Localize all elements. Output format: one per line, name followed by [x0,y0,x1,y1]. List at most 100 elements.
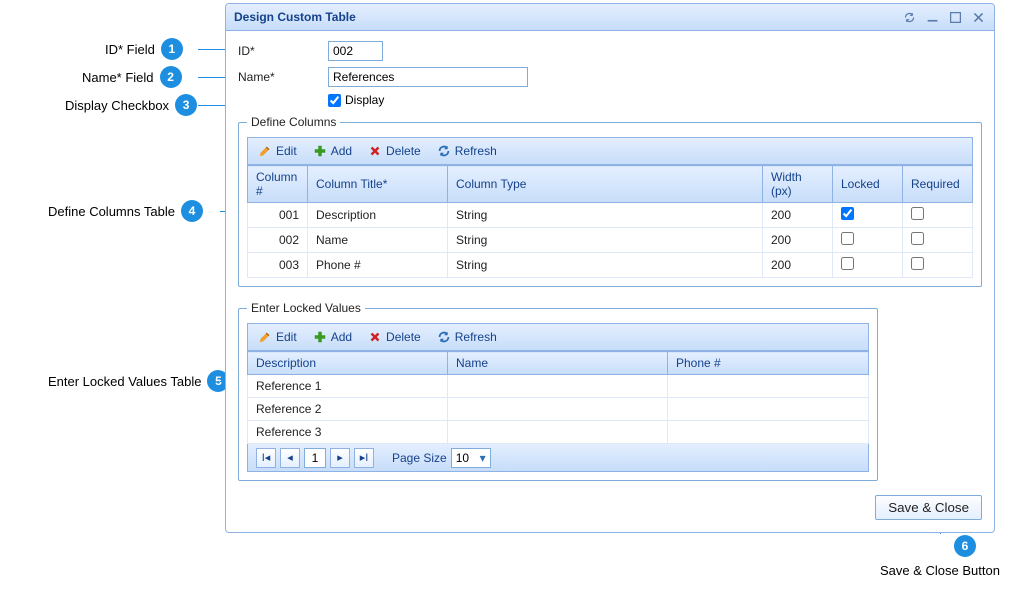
delete-x-icon [368,144,382,158]
callout-badge-3: 3 [175,94,197,116]
table-row[interactable]: Reference 1 [248,375,869,398]
save-close-button[interactable]: Save & Close [875,495,982,520]
table-row[interactable]: 003Phone #String200 [248,253,973,278]
cell-locked[interactable] [833,253,903,278]
callout-label: Name* Field [82,70,154,85]
cell-locked[interactable] [833,228,903,253]
minimize-icon[interactable] [925,10,940,25]
locked-checkbox[interactable] [841,232,854,245]
cell-type: String [448,203,763,228]
required-checkbox[interactable] [911,257,924,270]
required-checkbox[interactable] [911,207,924,220]
cell-name [448,421,668,444]
locked-values-legend: Enter Locked Values [247,301,365,315]
plus-icon [313,144,327,158]
pagesize-select[interactable]: 10 ▾ [451,448,491,468]
lv-header-description[interactable]: Description [248,352,448,375]
cell-description: Reference 3 [248,421,448,444]
delete-button[interactable]: Delete [368,330,421,344]
col-header-type[interactable]: Column Type [448,166,763,203]
pager-prev-button[interactable]: ◂ [280,448,300,468]
locked-checkbox[interactable] [841,207,854,220]
display-label: Display [345,93,384,107]
cell-width: 200 [763,253,833,278]
add-button[interactable]: Add [313,330,352,344]
close-icon[interactable] [971,10,986,25]
edit-button[interactable]: Edit [258,330,297,344]
delete-x-icon [368,330,382,344]
col-header-required[interactable]: Required [903,166,973,203]
callout-badge-6: 6 [954,535,976,557]
cell-type: String [448,228,763,253]
plus-icon [313,330,327,344]
cell-required[interactable] [903,203,973,228]
col-header-title[interactable]: Column Title* [308,166,448,203]
cell-name [448,375,668,398]
cell-width: 200 [763,228,833,253]
chevron-down-icon: ▾ [480,451,486,465]
name-label: Name* [238,70,328,84]
refresh-icon[interactable] [902,10,917,25]
callout-label: Display Checkbox [65,98,169,113]
cell-description: Reference 1 [248,375,448,398]
cell-phone [668,375,869,398]
locked-values-fieldset: Enter Locked Values Edit Add Delete Refr… [238,301,878,481]
pager-last-button[interactable]: ▸I [354,448,374,468]
pagesize-label: Page Size [392,451,447,465]
define-columns-table: Column # Column Title* Column Type Width… [247,165,973,278]
cell-required[interactable] [903,253,973,278]
define-columns-legend: Define Columns [247,115,340,129]
delete-button[interactable]: Delete [368,144,421,158]
edit-button[interactable]: Edit [258,144,297,158]
cell-col: 003 [248,253,308,278]
table-row[interactable]: 002NameString200 [248,228,973,253]
col-header-width[interactable]: Width (px) [763,166,833,203]
cell-locked[interactable] [833,203,903,228]
refresh-button[interactable]: Refresh [437,330,497,344]
callout-badge-1: 1 [161,38,183,60]
callout-label: ID* Field [105,42,155,57]
cell-name [448,398,668,421]
define-columns-fieldset: Define Columns Edit Add Delete Refresh [238,115,982,287]
pager-next-button[interactable]: ▸ [330,448,350,468]
lv-header-phone[interactable]: Phone # [668,352,869,375]
table-row[interactable]: Reference 2 [248,398,869,421]
name-field[interactable] [328,67,528,87]
cell-col: 002 [248,228,308,253]
cell-title: Phone # [308,253,448,278]
cell-phone [668,398,869,421]
pager-page-input[interactable] [304,448,326,468]
required-checkbox[interactable] [911,232,924,245]
add-button[interactable]: Add [313,144,352,158]
callout-badge-4: 4 [181,200,203,222]
col-header-num[interactable]: Column # [248,166,308,203]
callout-label: Enter Locked Values Table [48,374,201,389]
id-field[interactable] [328,41,383,61]
cell-width: 200 [763,203,833,228]
id-label: ID* [238,44,328,58]
locked-values-table: Description Name Phone # Reference 1Refe… [247,351,869,444]
callout-label: Save & Close Button [880,563,1000,578]
callout-badge-2: 2 [160,66,182,88]
col-header-locked[interactable]: Locked [833,166,903,203]
pencil-icon [258,144,272,158]
cell-col: 001 [248,203,308,228]
lv-header-name[interactable]: Name [448,352,668,375]
display-checkbox[interactable] [328,94,341,107]
locked-checkbox[interactable] [841,257,854,270]
refresh-icon [437,144,451,158]
pencil-icon [258,330,272,344]
cell-title: Name [308,228,448,253]
cell-phone [668,421,869,444]
pager-first-button[interactable]: I◂ [256,448,276,468]
cell-type: String [448,253,763,278]
window-title: Design Custom Table [234,10,902,24]
refresh-button[interactable]: Refresh [437,144,497,158]
locked-values-toolbar: Edit Add Delete Refresh [247,323,869,351]
table-row[interactable]: Reference 3 [248,421,869,444]
maximize-icon[interactable] [948,10,963,25]
titlebar: Design Custom Table [226,4,994,31]
cell-required[interactable] [903,228,973,253]
table-row[interactable]: 001DescriptionString200 [248,203,973,228]
callout-label: Define Columns Table [48,204,175,219]
